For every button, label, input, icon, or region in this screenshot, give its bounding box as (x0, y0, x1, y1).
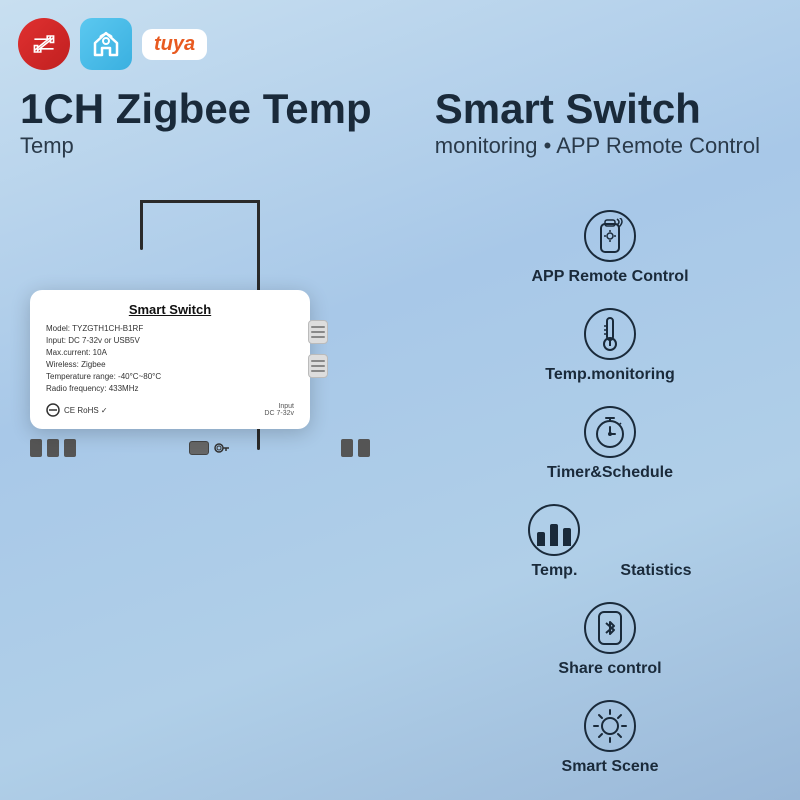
device-specs: Model: TYZGTH1CH-B1RF Input: DC 7-32v or… (46, 323, 294, 395)
pin-4 (341, 439, 353, 457)
feature-share-label: Share control (558, 660, 661, 678)
device-knobs (308, 320, 328, 378)
feature-timer: Timer&Schedule (450, 406, 770, 482)
scene-icon-circle (584, 700, 636, 752)
title-line1-left: 1CH Zigbee Temp (20, 85, 372, 133)
pin-group-left (30, 439, 76, 457)
feature-scene: Smart Scene (450, 700, 770, 776)
title-line2-right: monitoring • APP Remote Control (435, 133, 760, 159)
scene-icon (589, 705, 631, 747)
tuya-text: tuya (154, 33, 195, 56)
device-bottom: CE RoHS ✓ Input DC 7-32v (46, 403, 294, 417)
thermometer-icon (598, 316, 622, 352)
title-line2-left: Temp (20, 133, 372, 159)
stats-col-left: Temp. (528, 504, 580, 580)
bluetooth-icon (595, 610, 625, 646)
feature-scene-label: Smart Scene (562, 758, 659, 776)
no-entry-icon (46, 403, 60, 417)
key-icon (213, 440, 229, 456)
device-title: Smart Switch (46, 302, 294, 317)
device-model: Model: TYZGTH1CH-B1RF (46, 323, 294, 335)
device-temp-range: Temperature range: -40°C~80°C (46, 371, 294, 383)
mid-component (189, 440, 229, 456)
cert-text: CE RoHS ✓ (64, 406, 108, 415)
wire-left-vertical (140, 200, 143, 250)
chart-spacer (630, 504, 682, 556)
feature-app-remote-label: APP Remote Control (531, 268, 688, 286)
bluetooth-icon-circle (584, 602, 636, 654)
wire-horizontal (140, 200, 260, 203)
remote-icon-circle (584, 210, 636, 262)
device-radio: Radio frequency: 433MHz (46, 383, 294, 395)
smart-home-logo (80, 18, 132, 70)
zigbee-logo (18, 18, 70, 70)
timer-icon-circle (584, 406, 636, 458)
tuya-logo: tuya (142, 29, 207, 60)
wire-container-top (30, 200, 370, 250)
pin-3 (64, 439, 76, 457)
stats-col-right: Statistics (620, 504, 691, 580)
bar-2 (550, 524, 558, 546)
knob-2 (308, 354, 328, 378)
logo-bar: tuya (18, 18, 207, 70)
input-voltage-label: Input DC 7-32v (264, 403, 294, 417)
pin-group-right (341, 439, 370, 457)
feature-temp-label: Temp. (531, 562, 577, 580)
component-box (189, 441, 209, 455)
device-box: Smart Switch Model: TYZGTH1CH-B1RF Input… (30, 290, 310, 429)
device-input: Input: DC 7-32v or USB5V (46, 335, 294, 347)
knob-1 (308, 320, 328, 344)
features-section: APP Remote Control Temp.monitoring (450, 210, 770, 776)
feature-temp-monitoring: Temp.monitoring (450, 308, 770, 384)
pin-5 (358, 439, 370, 457)
device-current: Max.current: 10A (46, 347, 294, 359)
device-section: Smart Switch Model: TYZGTH1CH-B1RF Input… (30, 200, 370, 457)
chart-icon-circle (528, 504, 580, 556)
feature-timer-label: Timer&Schedule (547, 464, 673, 482)
feature-temp-monitoring-label: Temp.monitoring (545, 366, 674, 384)
bar-1 (537, 532, 545, 546)
timer-icon (592, 414, 628, 450)
device-pins (30, 439, 370, 457)
feature-share: Share control (450, 602, 770, 678)
bar-3 (563, 528, 571, 546)
pin-1 (30, 439, 42, 457)
feature-statistics-label: Statistics (620, 562, 691, 580)
remote-icon (595, 218, 625, 254)
title-right: Smart Switch monitoring • APP Remote Con… (435, 85, 760, 160)
title-left: 1CH Zigbee Temp Temp (20, 85, 372, 160)
cert-row: CE RoHS ✓ (46, 403, 108, 417)
pin-2 (47, 439, 59, 457)
feature-statistics: Temp. Statistics (450, 504, 770, 580)
device-wireless: Wireless: Zigbee (46, 359, 294, 371)
feature-app-remote: APP Remote Control (450, 210, 770, 286)
title-line1-right: Smart Switch (435, 85, 760, 133)
thermometer-icon-circle (584, 308, 636, 360)
